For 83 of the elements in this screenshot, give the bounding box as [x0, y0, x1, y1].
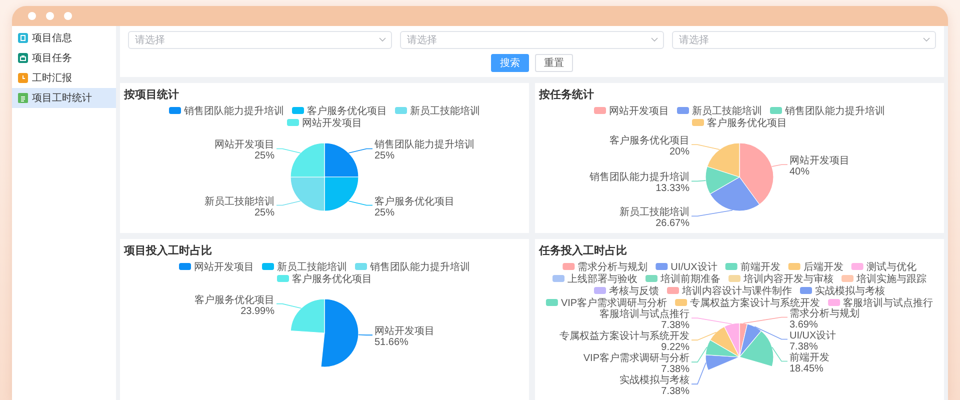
slice-label: 前端开发 18.45% [790, 352, 830, 374]
legend-item[interactable]: 上线部署与验收 [552, 274, 638, 285]
legend-item[interactable]: 销售团队能力提升培训 [169, 106, 284, 117]
legend-item[interactable]: 新员工技能培训 [262, 262, 347, 273]
slice-label: VIP客户需求调研与分析 7.38% [583, 353, 690, 376]
legend-item[interactable]: 客户服务优化项目 [292, 106, 387, 117]
slice-label: 客服培训与试点推行 7.38% [600, 309, 690, 332]
leader-line [743, 316, 788, 324]
select-field[interactable]: 请选择 [400, 31, 664, 49]
leader-line [276, 200, 301, 206]
leader-line [691, 318, 732, 324]
slice-label: 客户服务优化项目 23.99% [194, 294, 274, 317]
legend-item[interactable]: 实战模拟与考核 [800, 286, 885, 297]
leader-line [358, 334, 373, 336]
leader-line [691, 362, 706, 384]
leader-line [348, 148, 373, 154]
slice-label: 专属权益方案设计与系统开发 9.22% [560, 331, 690, 354]
legend-item[interactable]: UI/UX设计 [656, 262, 718, 273]
leader-line [691, 346, 708, 362]
leader-line [771, 164, 788, 167]
legend-item[interactable]: 网站开发项目 [179, 262, 254, 273]
legend-item[interactable]: 前端开发 [725, 262, 780, 273]
legend-item[interactable]: 考核与反馈 [594, 286, 659, 297]
slice-label: 网站开发项目 51.66% [374, 326, 434, 348]
chart-title: 按项目统计 [124, 88, 179, 103]
document-icon [18, 93, 28, 103]
leader-line [754, 326, 788, 340]
slice-label: 销售团队能力提升培训 13.33% [590, 172, 690, 194]
legend-item[interactable]: 客户服务优化项目 [692, 118, 787, 129]
leader-line [691, 144, 720, 150]
legend-item[interactable]: VIP客户需求调研与分析 [546, 298, 668, 309]
legend-item[interactable]: 需求分析与规划 [562, 262, 648, 273]
legend-item[interactable]: 培训实施与跟踪 [842, 274, 926, 285]
sidebar-item[interactable]: 工时汇报 [12, 68, 116, 88]
chart-title: 按任务统计 [539, 88, 594, 103]
leader-line [276, 303, 302, 309]
reset-button[interactable]: 重置 [535, 54, 573, 72]
clock-square-icon [18, 73, 28, 83]
sidebar-item[interactable]: 项目任务 [12, 48, 116, 68]
leader-line [772, 346, 788, 362]
legend-item[interactable]: 后端开发 [788, 262, 844, 273]
legend-item[interactable]: 网站开发项目 [594, 106, 669, 117]
chart-title: 项目投入工时占比 [124, 244, 212, 259]
legend-item[interactable]: 专属权益方案设计与系统开发 [675, 298, 820, 309]
chevron-down-icon [379, 37, 386, 42]
slice-label: 新员工技能培训 25% [204, 196, 274, 218]
select-field[interactable]: 请选择 [128, 31, 392, 49]
leader-line [691, 210, 733, 217]
briefcase-icon [18, 53, 28, 63]
legend-item[interactable]: 客服培训与试点推行 [828, 298, 934, 309]
slice-label: UI/UX设计 7.38% [790, 330, 836, 352]
legend-item[interactable]: 培训内容设计与课件制作 [667, 286, 792, 297]
slice-label: 实战模拟与考核 7.38% [620, 375, 690, 398]
slice-label: 新员工技能培训 26.67% [620, 207, 690, 230]
slice-label: 客户服务优化项目 20% [610, 136, 690, 158]
leader-line [691, 180, 706, 182]
legend-item[interactable]: 新员工技能培训 [395, 106, 480, 117]
slice-label: 网站开发项目 25% [214, 140, 274, 162]
info-square-icon [18, 33, 28, 43]
legend-item[interactable]: 销售团队能力提升培训 [355, 262, 470, 273]
legend-item[interactable]: 销售团队能力提升培训 [770, 106, 885, 117]
chevron-down-icon [651, 37, 658, 42]
legend-item[interactable]: 培训前期准备 [646, 274, 720, 285]
legend-item[interactable]: 网站开发项目 [287, 118, 362, 129]
sidebar-item[interactable]: 项目工时统计 [12, 88, 116, 108]
chevron-down-icon [923, 37, 930, 42]
slice-label: 网站开发项目 40% [790, 156, 850, 178]
legend-item[interactable]: 测试与优化 [851, 262, 916, 273]
slice-label: 客户服务优化项目 25% [374, 196, 454, 218]
chart-title: 任务投入工时占比 [539, 244, 627, 259]
legend-item[interactable]: 客户服务优化项目 [277, 274, 372, 285]
window-dot [64, 12, 72, 20]
slice-label: 需求分析与规划 3.69% [790, 308, 860, 330]
window-dot [28, 12, 36, 20]
slice-label: 销售团队能力提升培训 25% [374, 140, 474, 162]
leader-line [691, 332, 717, 340]
legend-item[interactable]: 培训内容开发与审核 [728, 274, 834, 285]
leader-line [348, 200, 373, 206]
legend-item[interactable]: 新员工技能培训 [677, 106, 762, 117]
sidebar-item[interactable]: 项目信息 [12, 28, 116, 48]
leader-line [276, 148, 301, 154]
select-field[interactable]: 请选择 [672, 31, 936, 49]
window-dot [46, 12, 54, 20]
